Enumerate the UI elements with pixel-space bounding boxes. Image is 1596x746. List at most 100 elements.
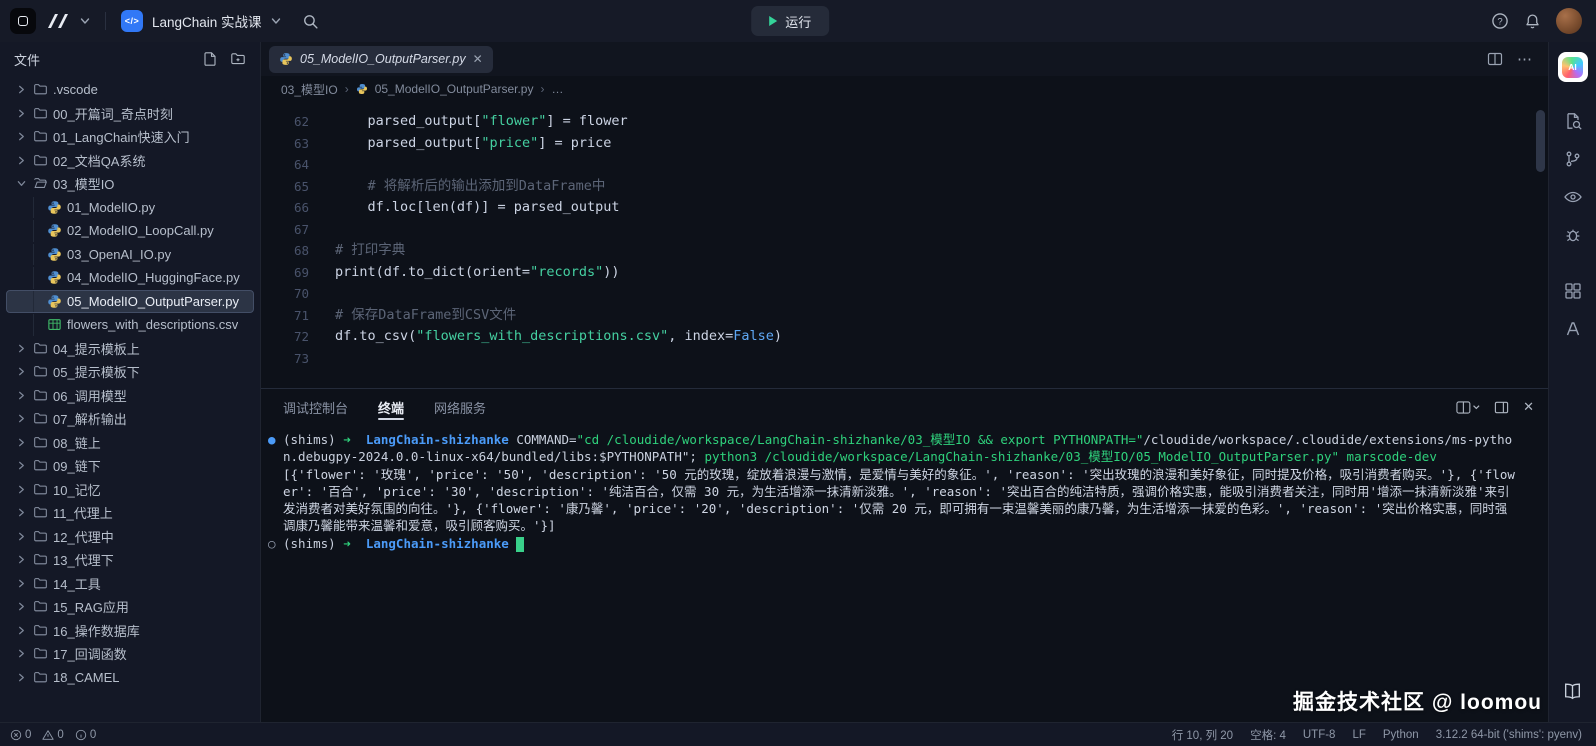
terminal-line: [{'flower': '玫瑰', 'price': '50', 'descri… xyxy=(283,466,1518,534)
panel-tab[interactable]: 网络服务 xyxy=(434,389,486,425)
file-tree-item[interactable]: 07_解析输出 xyxy=(6,407,254,431)
right-activity-bar: AI xyxy=(1548,42,1596,722)
terminal-output[interactable]: ●(shims) ➜ LangChain-shizhanke COMMAND="… xyxy=(261,425,1548,722)
file-tree-item[interactable]: 15_RAG应用 xyxy=(6,595,254,619)
user-avatar[interactable] xyxy=(1556,8,1582,34)
editor-tab[interactable]: 05_ModelIO_OutputParser.py ✕ xyxy=(269,46,493,73)
file-tree-item[interactable]: 01_ModelIO.py xyxy=(6,196,254,220)
app-menu-button[interactable] xyxy=(10,8,36,34)
warning-count[interactable]: 0 xyxy=(42,729,63,741)
file-tree-item[interactable]: 04_ModelIO_HuggingFace.py xyxy=(6,266,254,290)
panel-layout-icon[interactable] xyxy=(1494,400,1509,415)
preview-eye-icon[interactable] xyxy=(1549,178,1596,216)
file-tree-item[interactable]: 08_链上 xyxy=(6,431,254,455)
command-status-dot: ○ xyxy=(268,535,276,552)
file-tree-item[interactable]: 12_代理中 xyxy=(6,525,254,549)
workspace-chevron-down-icon[interactable] xyxy=(80,16,90,26)
eol[interactable]: LF xyxy=(1352,729,1365,741)
folder-icon xyxy=(33,341,53,356)
line-number: 70 xyxy=(261,283,309,305)
breadcrumb: 03_模型IO › 05_ModelIO_OutputParser.py › … xyxy=(261,76,1548,102)
search-icon[interactable] xyxy=(302,13,319,30)
python-file-icon xyxy=(47,294,67,309)
file-tree-item[interactable]: 02_ModelIO_LoopCall.py xyxy=(6,219,254,243)
file-tree-item[interactable]: 16_操作数据库 xyxy=(6,619,254,643)
code-line: 69print(df.to_dict(orient="records"))​ xyxy=(261,262,1548,284)
file-tree-item[interactable]: 01_LangChain快速入门 xyxy=(6,125,254,149)
scrollbar-thumb[interactable] xyxy=(1536,110,1545,172)
tab-close-icon[interactable]: ✕ xyxy=(473,53,483,65)
file-tree-item[interactable]: 03_OpenAI_IO.py xyxy=(6,243,254,267)
help-icon[interactable]: ? xyxy=(1491,12,1509,30)
breadcrumb-folder[interactable]: 03_模型IO xyxy=(281,81,338,98)
file-tree-item[interactable]: 11_代理上 xyxy=(6,501,254,525)
folder-icon xyxy=(33,458,53,473)
language-text-icon[interactable] xyxy=(1549,310,1596,348)
file-tree-item[interactable]: 06_调用模型 xyxy=(6,384,254,408)
new-folder-icon[interactable] xyxy=(230,51,246,67)
file-tree-item[interactable]: 17_回调函数 xyxy=(6,642,254,666)
file-tree-item[interactable]: 03_模型IO xyxy=(6,172,254,196)
docs-book-icon[interactable] xyxy=(1549,672,1596,710)
chevron-right-icon xyxy=(17,673,33,682)
chevron-down-icon xyxy=(17,179,33,188)
line-number: 69 xyxy=(261,262,309,284)
folder-open-icon xyxy=(33,176,53,191)
run-button[interactable]: 运行 xyxy=(751,6,829,36)
file-search-icon[interactable] xyxy=(1549,102,1596,140)
error-count[interactable]: 0 xyxy=(10,729,31,741)
code-editor[interactable]: 62 parsed_output["flower"] = flower​63 p… xyxy=(261,102,1548,388)
breadcrumb-file[interactable]: 05_ModelIO_OutputParser.py xyxy=(375,82,534,96)
file-tree-item[interactable]: flowers_with_descriptions.csv xyxy=(6,313,254,337)
file-tree-item[interactable]: 09_链下 xyxy=(6,454,254,478)
more-actions-icon[interactable]: ⋯ xyxy=(1517,50,1532,68)
file-tree-item[interactable]: 00_开篇词_奇点时刻 xyxy=(6,102,254,126)
file-name: 16_操作数据库 xyxy=(53,621,140,640)
file-name: 17_回调函数 xyxy=(53,644,127,663)
file-tree-item[interactable]: .vscode xyxy=(6,78,254,102)
file-tree-item[interactable]: 14_工具 xyxy=(6,572,254,596)
panel-tab[interactable]: 调试控制台 xyxy=(283,389,348,425)
file-tree-item[interactable]: 05_ModelIO_OutputParser.py xyxy=(6,290,254,314)
terminal-text xyxy=(351,536,366,551)
cursor-position[interactable]: 行 10, 列 20 xyxy=(1172,727,1233,743)
new-file-icon[interactable] xyxy=(202,51,218,67)
chevron-right-icon xyxy=(17,367,33,376)
panel-tab[interactable]: 终端 xyxy=(378,389,404,425)
source-control-branch-icon[interactable] xyxy=(1549,140,1596,178)
python-file-icon xyxy=(47,223,67,238)
file-name: 09_链下 xyxy=(53,456,101,475)
notifications-bell-icon[interactable] xyxy=(1524,13,1541,30)
chevron-right-icon xyxy=(17,109,33,118)
file-name: 13_代理下 xyxy=(53,550,114,569)
ai-assistant-button[interactable]: AI xyxy=(1558,52,1588,82)
file-name: 11_代理上 xyxy=(53,503,113,522)
close-panel-icon[interactable]: ✕ xyxy=(1523,399,1534,415)
info-count[interactable]: 0 xyxy=(75,729,96,741)
project-name[interactable]: LangChain 实战课 xyxy=(152,11,262,31)
file-tree-item[interactable]: 05_提示模板下 xyxy=(6,360,254,384)
project-chevron-down-icon[interactable] xyxy=(271,16,281,26)
split-terminal-icon[interactable] xyxy=(1456,400,1480,415)
file-name: 18_CAMEL xyxy=(53,670,119,685)
line-number: 67 xyxy=(261,219,309,241)
ai-icon: AI xyxy=(1562,57,1583,78)
split-editor-icon[interactable] xyxy=(1487,51,1503,67)
breadcrumb-symbol[interactable]: … xyxy=(551,82,563,96)
debug-bug-icon[interactable] xyxy=(1549,216,1596,254)
extensions-icon[interactable] xyxy=(1549,272,1596,310)
editor-scrollbar[interactable] xyxy=(1536,110,1545,340)
language-mode[interactable]: Python xyxy=(1383,729,1419,741)
file-tree-item[interactable]: 04_提示模板上 xyxy=(6,337,254,361)
file-tree-item[interactable]: 13_代理下 xyxy=(6,548,254,572)
file-tree-item[interactable]: 10_记忆 xyxy=(6,478,254,502)
indentation[interactable]: 空格: 4 xyxy=(1250,727,1286,743)
terminal-text: [{'flower': '玫瑰', 'price': '50', 'descri… xyxy=(283,467,1515,533)
folder-icon xyxy=(33,82,53,97)
file-tree-item[interactable]: 02_文档QA系统 xyxy=(6,149,254,173)
tab-title: 05_ModelIO_OutputParser.py xyxy=(300,52,466,66)
python-interpreter[interactable]: 3.12.2 64-bit ('shims': pyenv) xyxy=(1436,729,1582,741)
file-name: 15_RAG应用 xyxy=(53,597,129,616)
file-tree-item[interactable]: 18_CAMEL xyxy=(6,666,254,690)
encoding[interactable]: UTF-8 xyxy=(1303,729,1336,741)
